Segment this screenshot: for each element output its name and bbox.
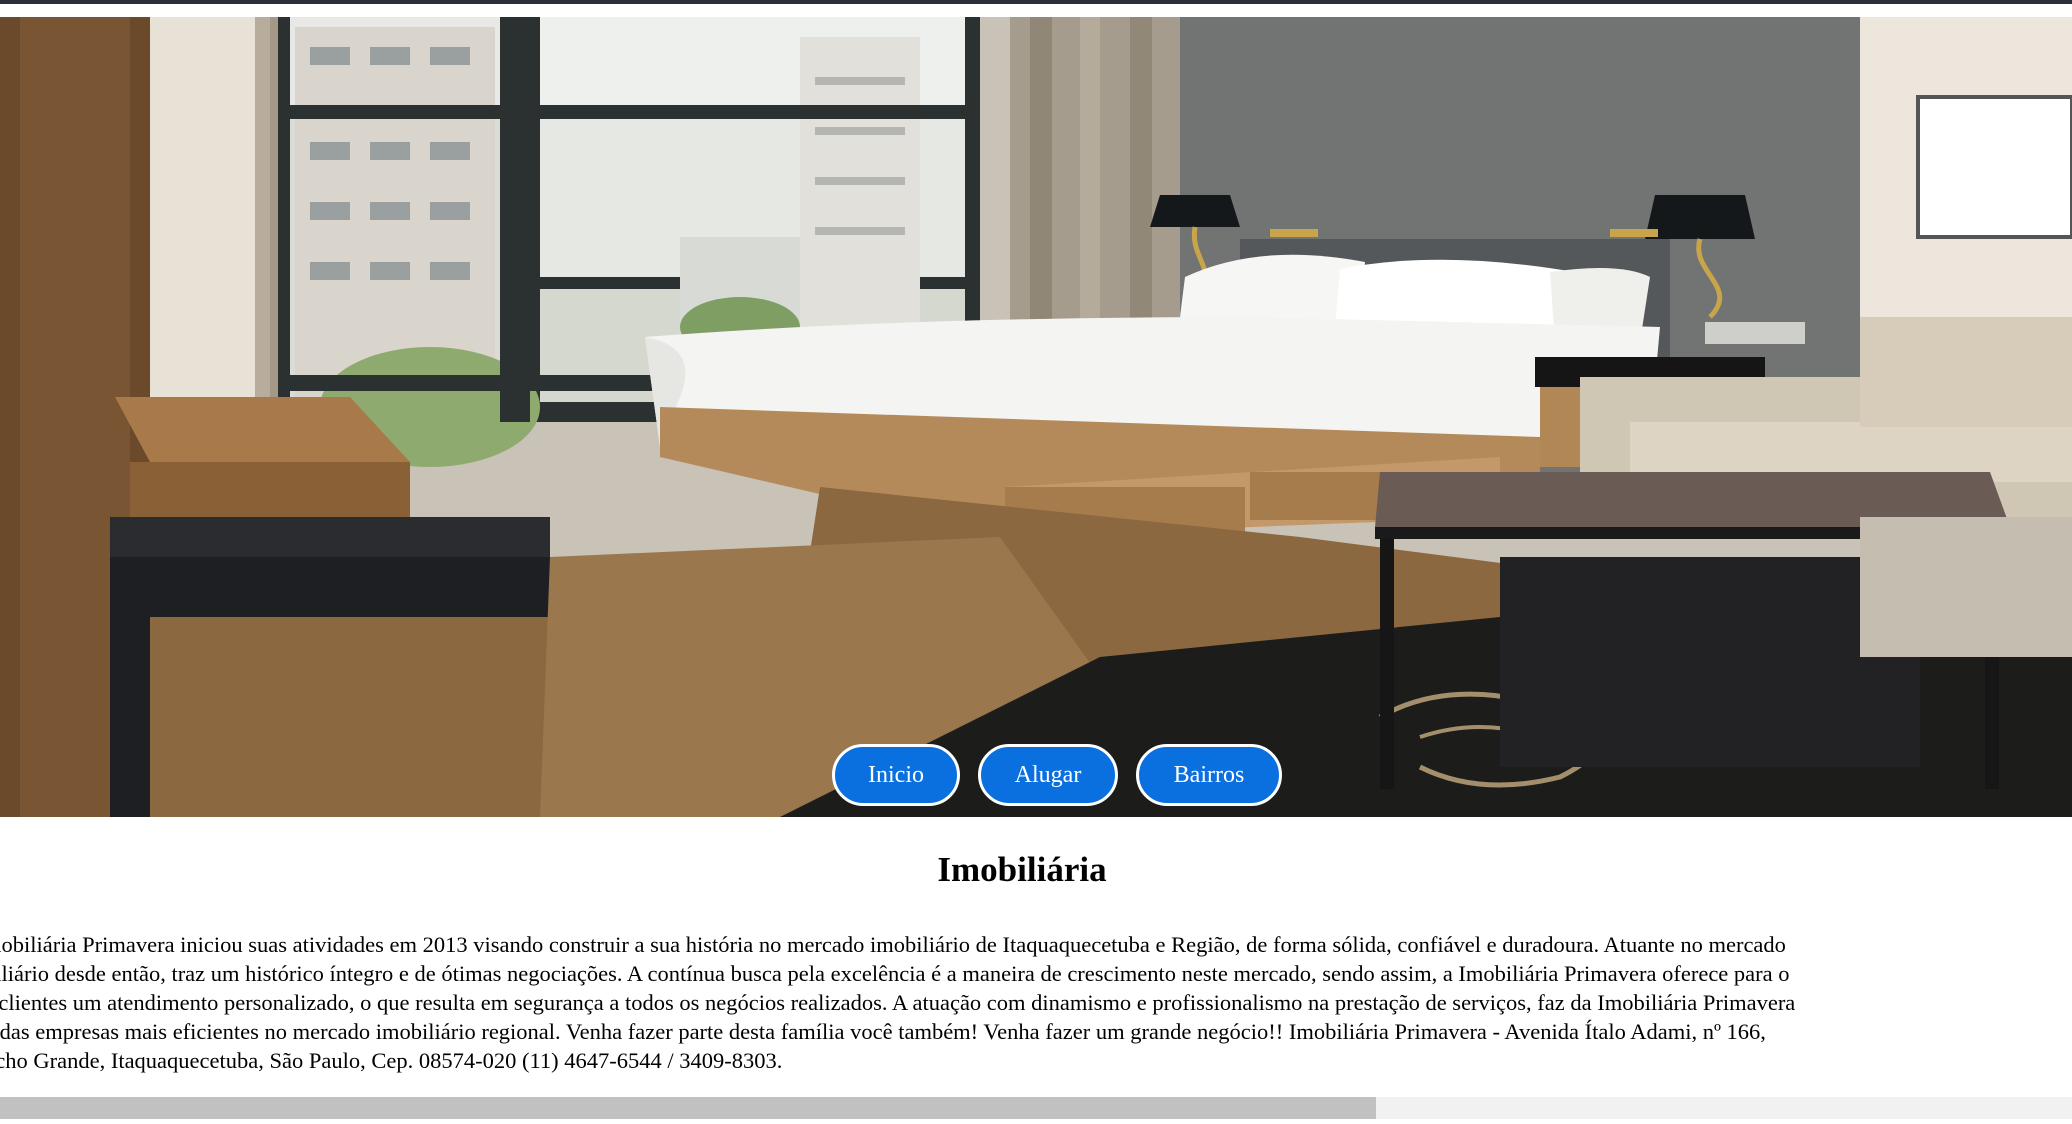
paragraph-line: mobiliária Primavera iniciou suas ativid… — [0, 932, 1786, 957]
about-paragraph: mobiliária Primavera iniciou suas ativid… — [0, 930, 2054, 1075]
paragraph-line: a das empresas mais eficientes no mercad… — [0, 1019, 1766, 1044]
paragraph-line: biliário desde então, traz um histórico … — [0, 961, 1790, 986]
nav-button-bairros[interactable]: Bairros — [1136, 744, 1282, 806]
paragraph-line: s clientes um atendimento personalizado,… — [0, 990, 1796, 1015]
horizontal-scrollbar-thumb[interactable] — [0, 1097, 1376, 1119]
top-border — [0, 0, 2072, 4]
main-nav: Inicio Alugar Bairros — [832, 744, 1282, 806]
page-title: Imobiliária — [937, 850, 1107, 889]
bedroom-photo — [0, 17, 2072, 817]
page: Inicio Alugar Bairros Imobiliária mobili… — [0, 0, 2072, 1124]
nav-button-inicio[interactable]: Inicio — [832, 744, 960, 806]
paragraph-line: ncho Grande, Itaquaquecetuba, São Paulo,… — [0, 1048, 783, 1073]
nav-button-alugar[interactable]: Alugar — [978, 744, 1118, 806]
hero-image — [0, 17, 2072, 817]
